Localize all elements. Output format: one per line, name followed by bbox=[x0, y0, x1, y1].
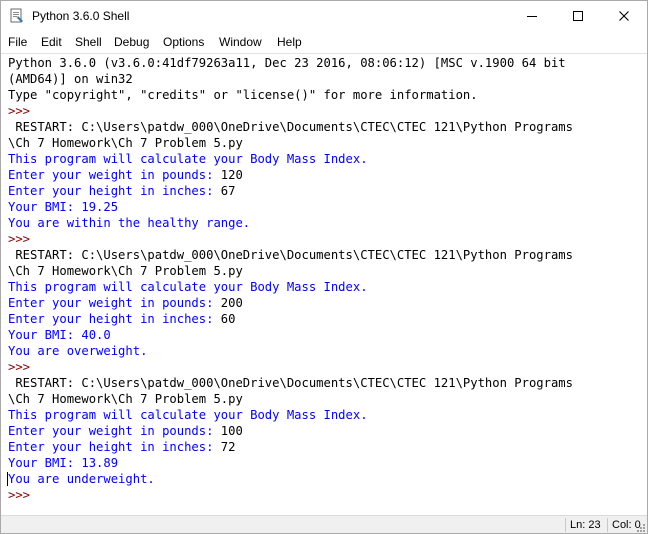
menu-window[interactable]: Window bbox=[219, 34, 262, 50]
shell-line: \Ch 7 Homework\Ch 7 Problem 5.py bbox=[8, 135, 573, 151]
shell-line-text: Enter your height in inches: bbox=[8, 184, 221, 198]
shell-line-text: Enter your height in inches: bbox=[8, 440, 221, 454]
shell-output-line: Your BMI: 13.89 bbox=[8, 455, 573, 471]
shell-line: (AMD64)] on win32 bbox=[8, 71, 573, 87]
shell-output-line: Enter your weight in pounds: 100 bbox=[8, 423, 573, 439]
idle-shell-window: Python 3.6.0 Shell File Edit Shell Debug… bbox=[0, 0, 648, 534]
close-icon bbox=[619, 11, 629, 21]
shell-line-text: RESTART: C:\Users\patdw_000\OneDrive\Doc… bbox=[8, 376, 573, 390]
menu-shell[interactable]: Shell bbox=[75, 34, 102, 50]
shell-output-line: This program will calculate your Body Ma… bbox=[8, 407, 573, 423]
window-title: Python 3.6.0 Shell bbox=[32, 9, 130, 23]
shell-line-text: RESTART: C:\Users\patdw_000\OneDrive\Doc… bbox=[8, 248, 573, 262]
shell-lines: Python 3.6.0 (v3.6.0:41df79263a11, Dec 2… bbox=[7, 55, 573, 503]
menu-options[interactable]: Options bbox=[163, 34, 204, 50]
menu-edit[interactable]: Edit bbox=[41, 34, 62, 50]
shell-line: \Ch 7 Homework\Ch 7 Problem 5.py bbox=[8, 263, 573, 279]
user-input-text: 60 bbox=[220, 312, 236, 326]
shell-line-text: You are underweight. bbox=[8, 472, 155, 486]
shell-line-text: Your BMI: 13.89 bbox=[8, 456, 119, 470]
python-idle-icon[interactable] bbox=[9, 8, 25, 24]
shell-line-text: \Ch 7 Homework\Ch 7 Problem 5.py bbox=[8, 136, 243, 150]
menu-bar: File Edit Shell Debug Options Window Hel… bbox=[1, 32, 647, 52]
shell-prompt-line: >>> bbox=[8, 103, 573, 119]
shell-line-text: This program will calculate your Body Ma… bbox=[8, 408, 368, 422]
shell-line-text: >>> bbox=[8, 360, 38, 374]
shell-line-text: Your BMI: 40.0 bbox=[8, 328, 111, 342]
shell-line-text: This program will calculate your Body Ma… bbox=[8, 280, 368, 294]
user-input-text: 67 bbox=[220, 184, 236, 198]
shell-line-text: Enter your weight in pounds: bbox=[8, 424, 221, 438]
shell-output-line: Enter your weight in pounds: 200 bbox=[8, 295, 573, 311]
maximize-button[interactable] bbox=[555, 1, 601, 31]
menu-file[interactable]: File bbox=[8, 34, 27, 50]
status-line-number: Ln: 23 bbox=[570, 519, 601, 531]
shell-prompt-line: >>> bbox=[8, 231, 573, 247]
shell-output-line: Your BMI: 19.25 bbox=[8, 199, 573, 215]
shell-line-text: >>> bbox=[8, 104, 38, 118]
status-separator bbox=[565, 518, 566, 532]
shell-output-line: Enter your height in inches: 72 bbox=[8, 439, 573, 455]
shell-line-text: You are within the healthy range. bbox=[8, 216, 251, 230]
shell-line-text: Your BMI: 19.25 bbox=[8, 200, 119, 214]
shell-output-line: This program will calculate your Body Ma… bbox=[8, 151, 573, 167]
shell-output-line: Your BMI: 40.0 bbox=[8, 327, 573, 343]
shell-line-text: Type "copyright", "credits" or "license(… bbox=[8, 88, 478, 102]
shell-text-area[interactable]: Python 3.6.0 (v3.6.0:41df79263a11, Dec 2… bbox=[1, 53, 647, 516]
status-bar: Ln: 23 Col: 0 bbox=[1, 515, 647, 533]
menu-help[interactable]: Help bbox=[277, 34, 302, 50]
maximize-icon bbox=[573, 11, 583, 21]
shell-line-text: >>> bbox=[8, 488, 38, 502]
shell-output-line: Enter your height in inches: 67 bbox=[8, 183, 573, 199]
shell-prompt-line: >>> bbox=[8, 359, 573, 375]
shell-line-text: You are overweight. bbox=[8, 344, 148, 358]
shell-line-text: \Ch 7 Homework\Ch 7 Problem 5.py bbox=[8, 392, 243, 406]
shell-prompt-line: >>> bbox=[8, 487, 573, 503]
user-input-text: 100 bbox=[220, 424, 243, 438]
menu-debug[interactable]: Debug bbox=[114, 34, 149, 50]
shell-line-text: Enter your weight in pounds: bbox=[8, 296, 221, 310]
shell-line-text: Enter your weight in pounds: bbox=[8, 168, 221, 182]
shell-line-text: >>> bbox=[8, 232, 38, 246]
shell-output-line: You are overweight. bbox=[8, 343, 573, 359]
shell-line-text: This program will calculate your Body Ma… bbox=[8, 152, 368, 166]
minimize-button[interactable] bbox=[509, 1, 555, 31]
shell-line: Type "copyright", "credits" or "license(… bbox=[8, 87, 573, 103]
shell-line-text: (AMD64)] on win32 bbox=[8, 72, 133, 86]
shell-line: RESTART: C:\Users\patdw_000\OneDrive\Doc… bbox=[8, 119, 573, 135]
shell-output-line: You are within the healthy range. bbox=[8, 215, 573, 231]
user-input-text: 120 bbox=[220, 168, 243, 182]
shell-line-text: RESTART: C:\Users\patdw_000\OneDrive\Doc… bbox=[8, 120, 573, 134]
status-separator bbox=[607, 518, 608, 532]
shell-line-text: Python 3.6.0 (v3.6.0:41df79263a11, Dec 2… bbox=[8, 56, 566, 70]
resize-grip-icon[interactable] bbox=[636, 523, 646, 533]
shell-output-line: This program will calculate your Body Ma… bbox=[8, 279, 573, 295]
shell-output-line: Enter your weight in pounds: 120 bbox=[8, 167, 573, 183]
minimize-icon bbox=[527, 16, 537, 17]
close-button[interactable] bbox=[601, 1, 647, 31]
shell-line: \Ch 7 Homework\Ch 7 Problem 5.py bbox=[8, 391, 573, 407]
user-input-text: 72 bbox=[220, 440, 236, 454]
shell-line: RESTART: C:\Users\patdw_000\OneDrive\Doc… bbox=[8, 375, 573, 391]
user-input-text: 200 bbox=[220, 296, 243, 310]
shell-line-text: \Ch 7 Homework\Ch 7 Problem 5.py bbox=[8, 264, 243, 278]
shell-line: Python 3.6.0 (v3.6.0:41df79263a11, Dec 2… bbox=[8, 55, 573, 71]
shell-line: RESTART: C:\Users\patdw_000\OneDrive\Doc… bbox=[8, 247, 573, 263]
shell-output-line: Enter your height in inches: 60 bbox=[8, 311, 573, 327]
shell-line-text: Enter your height in inches: bbox=[8, 312, 221, 326]
shell-output-line: You are underweight. bbox=[7, 471, 573, 487]
title-bar[interactable]: Python 3.6.0 Shell bbox=[1, 1, 647, 31]
